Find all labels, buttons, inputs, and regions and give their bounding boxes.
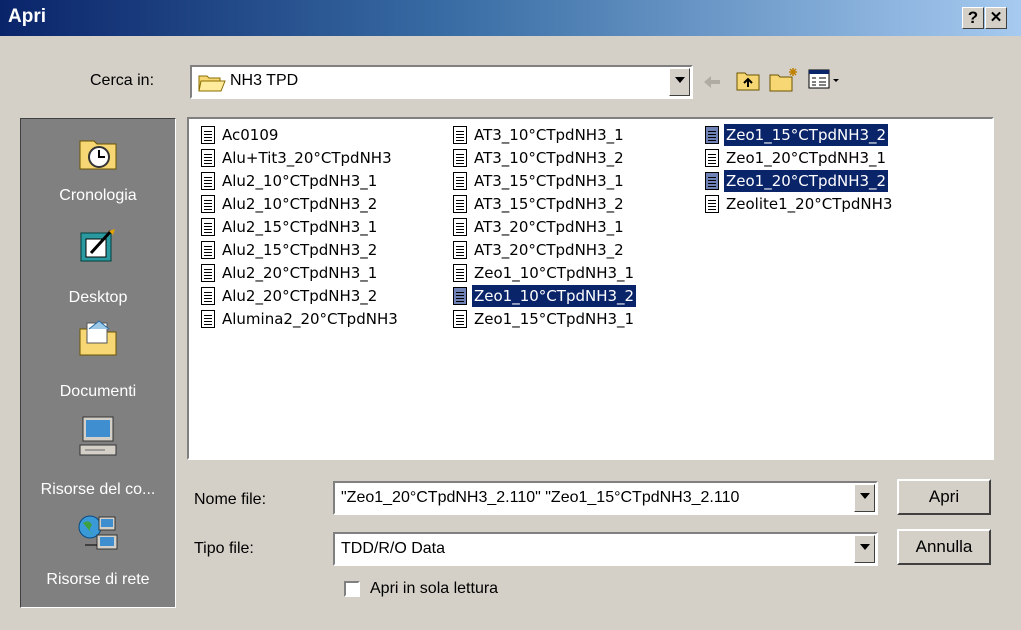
window-title: Apri <box>8 6 46 27</box>
desktop-icon <box>80 229 115 262</box>
readonly-checkbox[interactable] <box>344 581 360 597</box>
open-button[interactable]: Apri <box>897 479 991 515</box>
place-desktop[interactable]: Desktop <box>21 223 175 315</box>
places-bar: Cronologia Desktop Documenti Risorse del… <box>20 118 176 608</box>
open-folder-icon <box>198 75 226 92</box>
lookin-dropdown-button[interactable] <box>669 68 690 96</box>
new-folder-icon[interactable] <box>768 66 800 94</box>
filename-dropdown-button[interactable] <box>854 484 875 512</box>
filetype-label: Tipo file: <box>194 540 254 557</box>
up-folder-icon[interactable] <box>735 68 763 94</box>
file-icon <box>453 218 467 236</box>
history-icon <box>79 140 117 170</box>
title-bar[interactable] <box>0 0 1021 36</box>
lookin-label: Cerca in: <box>90 72 155 89</box>
file-icon <box>453 126 467 144</box>
place-label: Desktop <box>68 289 128 306</box>
file-icon <box>201 218 215 236</box>
file-icon <box>453 264 467 282</box>
place-risorse-rete[interactable]: Risorse di rete <box>21 509 175 605</box>
file-icon <box>705 149 719 167</box>
cancel-button[interactable]: Annulla <box>897 529 991 565</box>
place-label: Cronologia <box>59 187 137 204</box>
documents-icon <box>79 320 117 356</box>
filetype-dropdown-button[interactable] <box>854 535 875 563</box>
file-icon <box>705 195 719 213</box>
file-icon <box>201 264 215 282</box>
filename-combo[interactable]: "Zeo1_20°CTpdNH3_2.110" "Zeo1_15°CTpdNH3… <box>333 481 878 515</box>
view-menu-icon[interactable] <box>808 68 842 92</box>
file-icon <box>453 241 467 259</box>
file-icon <box>453 287 467 305</box>
place-cronologia[interactable]: Cronologia <box>21 131 175 223</box>
place-risorse-computer[interactable]: Risorse del co... <box>21 411 175 509</box>
file-icon <box>201 287 215 305</box>
file-icon <box>453 195 467 213</box>
lookin-combo[interactable]: NH3 TPD <box>190 65 693 99</box>
filename-input[interactable]: "Zeo1_20°CTpdNH3_2.110" "Zeo1_15°CTpdNH3… <box>341 489 851 507</box>
file-icon <box>201 126 215 144</box>
lookin-value: NH3 TPD <box>230 72 299 89</box>
close-button[interactable]: ✕ <box>985 7 1007 29</box>
back-icon[interactable] <box>700 70 724 94</box>
place-label: Risorse del co... <box>40 481 156 498</box>
file-icon <box>201 310 215 328</box>
file-icon <box>453 172 467 190</box>
readonly-label: Apri in sola lettura <box>370 580 499 597</box>
filename-label: Nome file: <box>194 491 267 508</box>
network-icon <box>78 515 118 550</box>
file-icon <box>453 149 467 167</box>
my-computer-icon <box>79 416 117 456</box>
filetype-combo[interactable]: TDD/R/O Data <box>333 532 878 566</box>
file-icon <box>201 195 215 213</box>
place-label: Risorse di rete <box>46 571 150 588</box>
file-icon <box>201 241 215 259</box>
file-icon <box>705 172 719 190</box>
filetype-value: TDD/R/O Data <box>341 540 446 557</box>
file-icon <box>201 172 215 190</box>
file-icon <box>705 126 719 144</box>
file-list[interactable]: Ac0109 Alu+Tit3_20°CTpdNH3 Alu2_10°CTpdN… <box>187 117 994 460</box>
file-icon <box>201 149 215 167</box>
place-documenti[interactable]: Documenti <box>21 315 175 411</box>
place-label: Documenti <box>59 383 137 400</box>
file-icon <box>453 310 467 328</box>
help-button[interactable]: ? <box>962 7 984 29</box>
